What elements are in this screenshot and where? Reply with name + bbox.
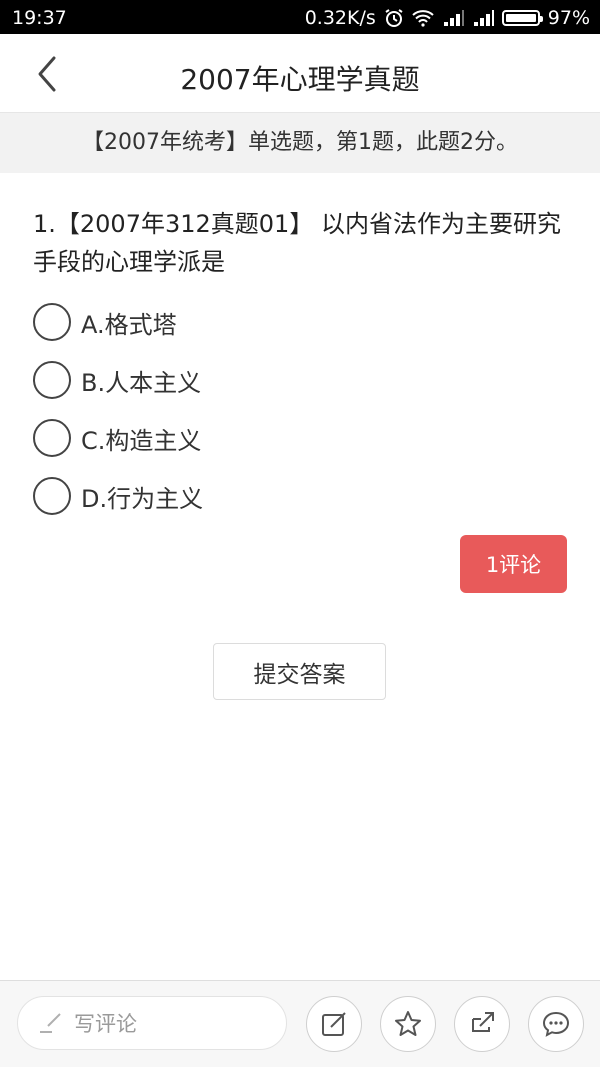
- edit-icon: [322, 1012, 346, 1036]
- pencil-icon: [40, 1013, 61, 1033]
- favorite-button[interactable]: [380, 996, 436, 1052]
- signal-icon: [472, 10, 494, 26]
- question-info-bar: 【2007年统考】单选题，第1题，此题2分。: [0, 113, 600, 173]
- question-text: 1.【2007年312真题01】 以内省法作为主要研究手段的心理学派是: [33, 210, 561, 276]
- option-b[interactable]: B.人本主义: [33, 360, 203, 400]
- options-list: A.格式塔 B.人本主义 C.构造主义 D.行为主义: [33, 302, 203, 534]
- radio-icon: [33, 303, 71, 341]
- share-button[interactable]: [454, 996, 510, 1052]
- status-bar: 19:37 0.32K/s 97%: [0, 0, 600, 34]
- page-title: 2007年心理学真题: [180, 63, 420, 96]
- share-icon: [472, 1012, 494, 1032]
- battery-icon: [501, 10, 543, 26]
- chat-button[interactable]: [528, 996, 584, 1052]
- comments-button[interactable]: 1评论: [460, 535, 567, 593]
- option-label: D.行为主义: [81, 484, 204, 513]
- comment-input[interactable]: 写评论: [17, 996, 287, 1050]
- network-speed: 0.32K/s: [304, 7, 376, 29]
- bottom-toolbar: 写评论: [0, 980, 600, 1067]
- status-time: 19:37: [12, 7, 67, 29]
- submit-answer-button[interactable]: 提交答案: [213, 643, 386, 700]
- option-a[interactable]: A.格式塔: [33, 302, 203, 342]
- signal-icon: [442, 10, 464, 26]
- option-label: B.人本主义: [81, 368, 202, 397]
- radio-icon: [33, 361, 71, 399]
- radio-icon: [33, 419, 71, 457]
- header: 2007年心理学真题: [0, 34, 600, 113]
- edit-button[interactable]: [306, 996, 362, 1052]
- wifi-icon: [412, 9, 434, 27]
- comment-placeholder: 写评论: [74, 1012, 137, 1036]
- option-c[interactable]: C.构造主义: [33, 418, 203, 458]
- alarm-icon: [384, 8, 404, 28]
- star-icon: [395, 1011, 421, 1036]
- battery-level: 97%: [547, 7, 590, 29]
- option-d[interactable]: D.行为主义: [33, 476, 203, 516]
- option-label: A.格式塔: [81, 310, 177, 339]
- chat-icon: [542, 1011, 570, 1037]
- radio-icon: [33, 477, 71, 515]
- option-label: C.构造主义: [81, 426, 202, 455]
- status-icons: 0.32K/s 97%: [305, 7, 590, 29]
